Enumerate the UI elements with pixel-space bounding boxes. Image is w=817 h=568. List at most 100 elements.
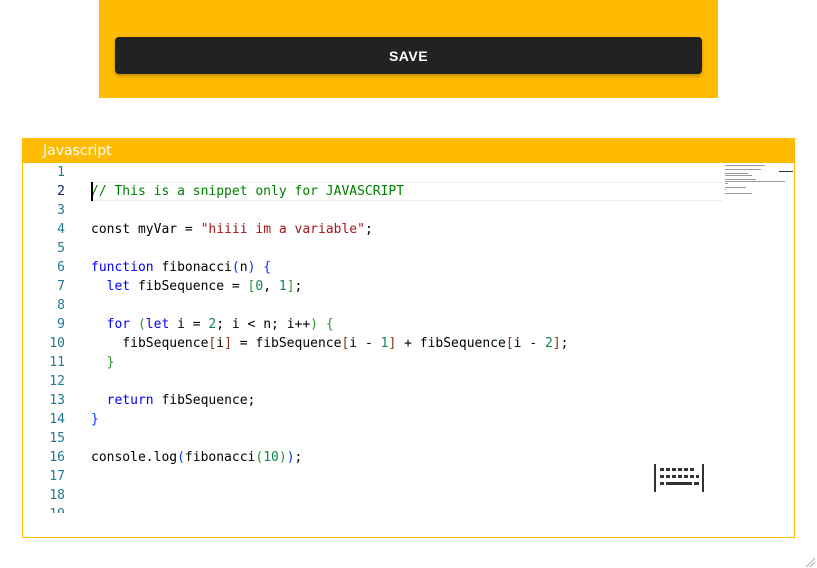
- code-token: myVar =: [130, 222, 201, 237]
- code-token: i -: [513, 336, 545, 351]
- code-line[interactable]: for (let i = 2; i < n; i++) {: [91, 315, 723, 334]
- code-line[interactable]: fibSequence[i] = fibSequence[i - 1] + fi…: [91, 334, 723, 353]
- code-token: "hiiii im a variable": [200, 222, 365, 237]
- code-token: i: [216, 336, 225, 351]
- code-line[interactable]: const myVar = "hiiii im a variable";: [91, 220, 723, 239]
- code-token: {: [263, 260, 272, 275]
- code-token: (: [177, 450, 185, 465]
- line-number: 18: [49, 488, 65, 503]
- line-number: 10: [49, 336, 65, 351]
- code-lines[interactable]: // This is a snippet only for JAVASCRIPT…: [91, 163, 723, 513]
- code-line[interactable]: [91, 429, 723, 448]
- text-cursor: [91, 182, 93, 201]
- code-token: ; i < n; i++: [216, 317, 311, 332]
- code-token: console.log: [91, 450, 178, 465]
- line-number: 19: [23, 505, 79, 513]
- minimap-line: [725, 173, 748, 174]
- code-token: ;: [560, 336, 569, 351]
- code-line[interactable]: [91, 201, 723, 220]
- code-token: ]: [286, 279, 295, 294]
- keyboard-icon-svg: [654, 464, 704, 492]
- code-token: let: [106, 279, 131, 294]
- code-token: ;: [294, 279, 303, 294]
- minimap-line: [725, 169, 761, 170]
- line-number: 6: [57, 260, 65, 275]
- code-line[interactable]: }: [91, 353, 723, 372]
- code-token: ;: [294, 450, 303, 465]
- minimap-slider[interactable]: [779, 171, 793, 172]
- minimap-line: [725, 183, 728, 184]
- code-token: fibonacci: [184, 450, 256, 465]
- code-token: 10: [263, 450, 279, 465]
- code-line[interactable]: function fibonacci(n) {: [91, 258, 723, 277]
- minimap-line: [725, 179, 756, 180]
- code-line[interactable]: let fibSequence = [0, 1];: [91, 277, 723, 296]
- code-token: = fibSequence: [231, 336, 342, 351]
- line-number: 17: [49, 469, 65, 484]
- code-line[interactable]: [91, 239, 723, 258]
- code-token: for: [106, 317, 131, 332]
- code-line[interactable]: [91, 467, 723, 486]
- line-number: 7: [57, 279, 65, 294]
- minimap-line: [725, 165, 765, 166]
- code-token: ): [310, 317, 318, 332]
- code-line[interactable]: // This is a snippet only for JAVASCRIPT: [91, 182, 723, 201]
- code-token: ): [286, 450, 295, 465]
- code-token: 2: [544, 336, 553, 351]
- code-token: (: [137, 317, 146, 332]
- save-button[interactable]: SAVE: [115, 37, 702, 74]
- code-token: ,: [263, 279, 279, 294]
- resize-handle-icon[interactable]: [804, 555, 816, 568]
- code-token: [: [505, 336, 514, 351]
- save-panel: SAVE: [99, 0, 718, 98]
- minimap-line: [725, 193, 752, 194]
- line-number-gutter: 12345678910111213141516171819: [23, 163, 79, 513]
- minimap[interactable]: [725, 163, 785, 203]
- code-token: }: [91, 412, 99, 427]
- code-line[interactable]: return fibSequence;: [91, 391, 723, 410]
- code-token: ]: [552, 336, 561, 351]
- code-line[interactable]: }: [91, 410, 723, 429]
- code-token: fibSequence;: [153, 393, 256, 408]
- code-token: ;: [364, 222, 373, 237]
- code-token: // This is a snippet only for JAVASCRIPT: [91, 184, 405, 199]
- code-token: function: [91, 260, 154, 275]
- line-number: 15: [49, 431, 65, 446]
- keyboard-icon[interactable]: [652, 461, 706, 495]
- code-token: ): [278, 450, 287, 465]
- code-token: const: [91, 222, 131, 237]
- line-number: 14: [49, 412, 65, 427]
- line-number: 1: [57, 165, 65, 180]
- minimap-line: [725, 189, 726, 190]
- minimap-line: [725, 181, 785, 182]
- code-token: ]: [224, 336, 232, 351]
- code-line[interactable]: [91, 163, 723, 182]
- code-token: fibSequence =: [130, 279, 248, 294]
- line-number: 16: [49, 450, 65, 465]
- code-line[interactable]: [91, 486, 723, 505]
- code-token: fibonacci: [153, 260, 232, 275]
- line-number: 4: [57, 222, 65, 237]
- editor-title: Javascript: [43, 143, 112, 159]
- code-line[interactable]: console.log(fibonacci(10));: [91, 448, 723, 467]
- code-line[interactable]: [91, 372, 723, 391]
- code-token: {: [325, 317, 334, 332]
- line-number: 11: [49, 355, 65, 370]
- line-number: 12: [49, 374, 65, 389]
- line-number: 13: [49, 393, 65, 408]
- line-number: 8: [57, 298, 65, 313]
- code-line[interactable]: [91, 296, 723, 315]
- code-token: + fibSequence: [396, 336, 506, 351]
- editor-header: Javascript: [23, 139, 794, 163]
- code-line[interactable]: [91, 505, 723, 513]
- code-token: n: [239, 260, 248, 275]
- code-token: 1: [278, 279, 287, 294]
- code-token: return: [106, 393, 154, 408]
- code-token: i -: [349, 336, 381, 351]
